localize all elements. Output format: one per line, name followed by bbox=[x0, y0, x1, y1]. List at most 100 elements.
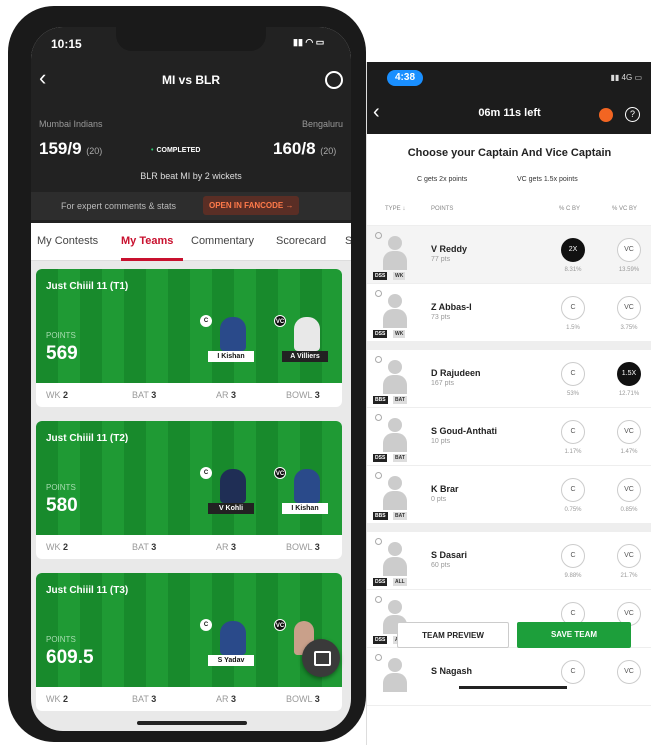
score2-value: 160/8 bbox=[273, 139, 316, 158]
team-card-2[interactable]: Just Chiiil 11 (T2) POINTS 580 C V Kohli… bbox=[36, 421, 342, 559]
captain-player: C I Kishan bbox=[200, 315, 254, 371]
info-icon[interactable] bbox=[375, 232, 382, 239]
ar-label: AR bbox=[216, 694, 229, 704]
player-points: 0 pts bbox=[431, 496, 447, 503]
captain-select[interactable]: 2X bbox=[561, 238, 585, 262]
team-tag: BBS bbox=[373, 396, 388, 404]
team-tag: DSS bbox=[373, 330, 388, 338]
info-icon[interactable] bbox=[375, 654, 382, 661]
vice-captain-select[interactable]: VC bbox=[617, 660, 641, 684]
captain-select[interactable]: C bbox=[561, 420, 585, 444]
bat-count: BAT 3 bbox=[132, 390, 156, 400]
player-points: 60 pts bbox=[431, 562, 451, 569]
tab-bar: My Contests My Teams Commentary Scorecar… bbox=[31, 223, 351, 261]
role-tag: BAT bbox=[393, 396, 407, 404]
info-icon[interactable] bbox=[375, 356, 382, 363]
vice-captain-badge: VC bbox=[274, 467, 286, 479]
ar-value: 3 bbox=[231, 694, 237, 704]
team1-score: 159/9 (20) bbox=[39, 139, 102, 159]
offer-icon[interactable] bbox=[599, 108, 613, 122]
ar-value: 3 bbox=[231, 542, 237, 552]
sort-vc-by[interactable]: % VC BY bbox=[612, 206, 637, 212]
player-name: S Goud-Anthati bbox=[431, 426, 497, 436]
match-header: 10:15 ▮▮ ◠ ▭ ‹ MI vs BLR Mumbai Indians … bbox=[31, 27, 351, 223]
vice-captain-select[interactable]: VC bbox=[617, 296, 641, 320]
match-result: BLR beat MI by 2 wickets bbox=[140, 171, 242, 181]
player-row: BBS BAT D Rajudeen 167 pts C 1.5X 53% 12.71% bbox=[367, 350, 651, 408]
tab-scorecard[interactable]: Scorecard bbox=[276, 235, 326, 247]
tab-my-teams[interactable]: My Teams bbox=[121, 235, 173, 247]
section-divider bbox=[367, 342, 651, 350]
captain-select[interactable]: C bbox=[561, 544, 585, 568]
open-fancode-button[interactable]: OPEN IN FANCODE → bbox=[203, 196, 300, 215]
bowl-label: BOWL bbox=[286, 542, 313, 552]
wk-label: WK bbox=[46, 694, 61, 704]
status-icons: ▮▮ ◠ ▭ bbox=[293, 37, 325, 47]
player-row: DSS WK Z Abbas-I 73 pts C VC 1.5% 3.75% bbox=[367, 284, 651, 342]
player-name: S Dasari bbox=[431, 550, 468, 560]
status-badge: COMPLETED bbox=[151, 147, 200, 154]
points-value: 609.5 bbox=[46, 647, 94, 668]
ar-count: AR 3 bbox=[216, 542, 236, 552]
vice-captain-select[interactable]: 1.5X bbox=[617, 362, 641, 386]
save-team-button[interactable]: SAVE TEAM bbox=[517, 622, 631, 648]
captain-select[interactable]: C bbox=[561, 478, 585, 502]
vice-captain-pct: 3.75% bbox=[620, 325, 638, 331]
vice-captain-select[interactable]: VC bbox=[617, 420, 641, 444]
card-pitch: Just Chiiil 11 (T2) POINTS 580 C V Kohli… bbox=[36, 421, 342, 535]
network-status: ▮▮ 4G ▭ bbox=[610, 73, 642, 82]
fancode-bar: For expert comments & stats OPEN IN FANC… bbox=[31, 192, 351, 220]
wk-value: 2 bbox=[63, 390, 69, 400]
info-icon[interactable] bbox=[375, 538, 382, 545]
captain-select[interactable]: C bbox=[561, 362, 585, 386]
sort-points[interactable]: POINTS bbox=[431, 206, 453, 212]
info-icon[interactable] bbox=[375, 472, 382, 479]
player-name: A Villiers bbox=[282, 351, 328, 362]
team-preview-button[interactable]: TEAM PREVIEW bbox=[397, 622, 509, 648]
captain-pct: 0.75% bbox=[564, 507, 582, 513]
help-icon[interactable]: ? bbox=[625, 107, 640, 122]
tab-commentary[interactable]: Commentary bbox=[191, 235, 254, 247]
player-name: S Yadav bbox=[208, 655, 254, 666]
tab-more[interactable]: S bbox=[345, 235, 351, 247]
vice-captain-select[interactable]: VC bbox=[617, 478, 641, 502]
sort-c-by[interactable]: % C BY bbox=[559, 206, 580, 212]
sort-type[interactable]: TYPE ↓ bbox=[385, 206, 405, 212]
captain-pct: 9.88% bbox=[564, 573, 582, 579]
team-tag: DSS bbox=[373, 636, 388, 644]
player-avatar bbox=[220, 469, 246, 503]
bat-value: 3 bbox=[151, 390, 157, 400]
info-icon[interactable] bbox=[375, 290, 382, 297]
captain-player: C V Kohli bbox=[200, 467, 254, 523]
team-tag: DSS bbox=[373, 454, 388, 462]
chat-icon[interactable] bbox=[302, 639, 340, 677]
vice-captain-badge: VC bbox=[274, 315, 286, 327]
role-counts: WK 2 BAT 3 AR 3 BOWL 3 bbox=[36, 687, 342, 711]
info-icon[interactable] bbox=[375, 414, 382, 421]
player-name: D Rajudeen bbox=[431, 368, 481, 378]
bowl-value: 3 bbox=[314, 694, 320, 704]
player-avatar bbox=[383, 360, 407, 394]
vice-captain-select[interactable]: VC bbox=[617, 544, 641, 568]
left-phone: 10:15 ▮▮ ◠ ▭ ‹ MI vs BLR Mumbai Indians … bbox=[8, 6, 366, 742]
team-card-1[interactable]: Just Chiiil 11 (T1) POINTS 569 C I Kisha… bbox=[36, 269, 342, 407]
player-name: I Kishan bbox=[282, 503, 328, 514]
points-value: 580 bbox=[46, 495, 78, 516]
notch bbox=[116, 27, 266, 51]
vice-captain-select[interactable]: VC bbox=[617, 238, 641, 262]
home-indicator bbox=[137, 721, 247, 725]
bat-count: BAT 3 bbox=[132, 694, 156, 704]
bat-value: 3 bbox=[151, 542, 157, 552]
player-name: V Kohli bbox=[208, 503, 254, 514]
team-card-3[interactable]: Just Chiiil 11 (T3) POINTS 609.5 C S Yad… bbox=[36, 573, 342, 711]
captain-select[interactable]: C bbox=[561, 660, 585, 684]
player-row: S Nagash C VC bbox=[367, 648, 651, 706]
tab-my-contests[interactable]: My Contests bbox=[37, 235, 98, 247]
bat-count: BAT 3 bbox=[132, 542, 156, 552]
bat-label: BAT bbox=[132, 390, 149, 400]
vice-captain-player: VC A Villiers bbox=[274, 315, 328, 371]
right-phone: 4:38 ▮▮ 4G ▭ ‹ 06m 11s left ? Choose you… bbox=[366, 62, 651, 745]
info-icon[interactable] bbox=[375, 596, 382, 603]
points-icon[interactable] bbox=[325, 71, 343, 89]
captain-select[interactable]: C bbox=[561, 296, 585, 320]
